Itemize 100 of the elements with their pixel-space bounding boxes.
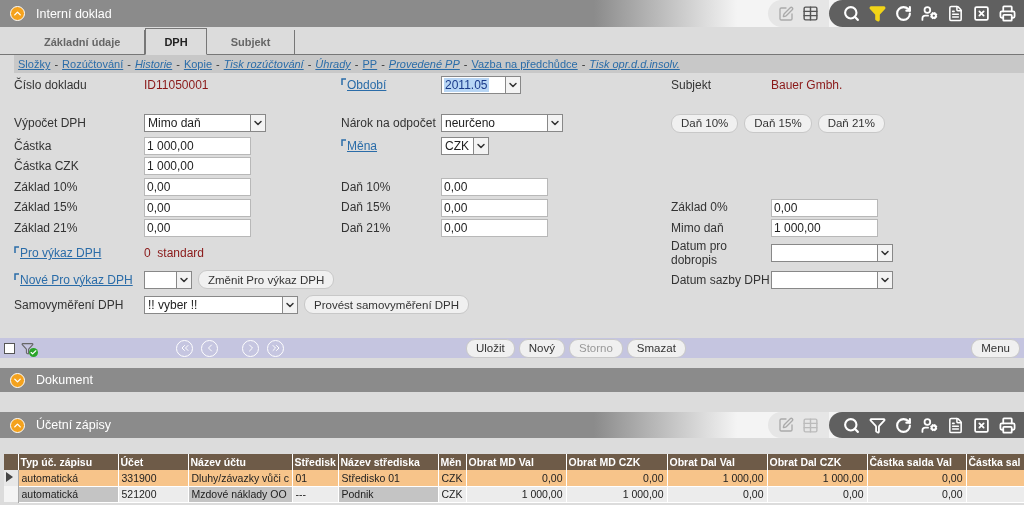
action-button[interactable]: Daň 10%	[671, 113, 739, 133]
column-header[interactable]: Obrat Dal CZK	[767, 454, 867, 470]
action-button[interactable]: Daň 21%	[817, 113, 885, 133]
nav-link[interactable]: Historie	[134, 58, 173, 70]
search-icon[interactable]	[843, 416, 860, 434]
separator-text: -	[463, 58, 468, 70]
nav-link[interactable]: Úhrady	[315, 58, 351, 70]
dropdown-field[interactable]	[771, 243, 893, 262]
menu-button[interactable]: Menu	[971, 338, 1020, 358]
action-button[interactable]: Nový	[518, 338, 565, 358]
column-header[interactable]: Název střediska	[338, 454, 438, 470]
table-cell: Dluhy/závazky vůči c	[188, 470, 292, 486]
column-header[interactable]: Středisk	[292, 454, 338, 470]
dropdown-field[interactable]: Mimo daň	[144, 114, 266, 133]
dropdown-field[interactable]: 2011.05	[441, 76, 521, 95]
action-button[interactable]: Provést samovyměření DPH	[304, 295, 470, 315]
nav-link[interactable]: Vazba na předchůdce	[471, 58, 578, 70]
separator-text: -	[354, 58, 359, 70]
dropdown-field[interactable]: neurčeno	[441, 114, 563, 133]
input-field[interactable]: 0,00	[441, 198, 548, 217]
search-icon[interactable]	[843, 5, 860, 22]
field-link[interactable]: Pro výkaz DPH	[14, 245, 144, 260]
user-settings-icon[interactable]	[921, 416, 938, 434]
field-label: Daň 15%	[341, 200, 392, 215]
input-field[interactable]: 1 000,00	[144, 136, 251, 155]
checkbox[interactable]	[4, 342, 15, 354]
nav-link[interactable]: Kopie	[183, 58, 212, 70]
separator-text: -	[307, 58, 312, 70]
collapse-icon[interactable]	[10, 417, 25, 433]
expand-icon[interactable]	[10, 372, 25, 388]
column-header[interactable]: Částka salda Val	[867, 454, 966, 470]
field-label: Nárok na odpočet	[341, 115, 437, 131]
dropdown-field[interactable]: CZK	[441, 136, 489, 155]
field-label: Číslo dokladu	[14, 78, 88, 93]
link-marker-icon	[14, 245, 19, 253]
nav-link[interactable]: Tisk opr.d.d.insolv.	[589, 58, 680, 70]
refresh-icon[interactable]	[895, 416, 912, 434]
user-settings-icon[interactable]	[921, 5, 938, 22]
field-link[interactable]: Nové Pro výkaz DPH	[14, 272, 144, 287]
input-field[interactable]: 0,00	[441, 178, 548, 197]
filter-icon[interactable]	[869, 5, 886, 22]
field-label: Výpočet DPH	[14, 115, 88, 131]
tab[interactable]: DPH	[145, 28, 207, 55]
table-cell: CZK	[438, 470, 466, 486]
column-header[interactable]: Typ úč. zápisu	[18, 454, 118, 470]
column-header[interactable]: Účet	[118, 454, 188, 470]
input-field[interactable]: 0,00	[144, 198, 251, 217]
nav-link[interactable]: Složky	[18, 58, 51, 70]
column-header[interactable]: Měn	[438, 454, 466, 470]
column-header[interactable]: Částka sal	[966, 454, 1024, 470]
column-header[interactable]: Obrat Dal Val	[667, 454, 767, 470]
field-label: Částka CZK	[14, 159, 80, 174]
table-cell: Středisko 01	[338, 470, 438, 486]
field-label: Daň 21%	[341, 221, 392, 236]
action-button[interactable]: Daň 15%	[744, 113, 812, 133]
header-cell	[4, 454, 18, 470]
column-header[interactable]: Obrat MD Val	[466, 454, 566, 470]
collapse-icon[interactable]	[10, 6, 25, 21]
link-marker-icon	[14, 272, 19, 280]
action-button[interactable]: Smazat	[626, 338, 686, 358]
input-field[interactable]: 0,00	[144, 219, 251, 238]
column-header[interactable]: Obrat MD CZK	[566, 454, 667, 470]
nav-link[interactable]: Rozúčtování	[62, 58, 124, 70]
dropdown-field[interactable]: !! vyber !!	[144, 295, 298, 314]
field-link[interactable]: Období	[341, 78, 441, 93]
separator-text: -	[127, 58, 131, 70]
table-icon[interactable]	[802, 5, 819, 22]
field-label: Částka	[14, 138, 53, 154]
field-label: Základ 15%	[14, 200, 79, 215]
field-label: Základ 0%	[671, 200, 729, 215]
nav-link[interactable]: Provedené PP	[388, 58, 460, 70]
nav-link[interactable]: Tisk rozúčtování	[223, 58, 304, 70]
document-icon[interactable]	[947, 5, 964, 22]
table-cell: 1 000,00	[667, 470, 767, 486]
dropdown-field[interactable]	[771, 270, 893, 289]
column-header[interactable]: Název účtu	[188, 454, 292, 470]
input-field[interactable]: 0,00	[144, 178, 251, 197]
excel-icon[interactable]	[973, 5, 990, 22]
input-field[interactable]: 1 000,00	[144, 157, 251, 176]
action-button[interactable]: Uložit	[466, 338, 515, 358]
panel-title: Účetní zápisy	[36, 418, 113, 432]
excel-icon[interactable]	[973, 416, 990, 434]
nav-link[interactable]: PP	[362, 58, 378, 70]
refresh-icon[interactable]	[895, 5, 912, 22]
input-field[interactable]: 0,00	[441, 219, 548, 238]
field-label: Samovyměření DPH	[14, 297, 125, 313]
table-cell: 0,00	[466, 470, 566, 486]
action-button[interactable]: Změnit Pro výkaz DPH	[198, 270, 335, 290]
field-value: ID11050001	[144, 78, 209, 93]
tab[interactable]: Subjekt	[206, 30, 296, 54]
current-row-icon	[4, 471, 14, 483]
input-field[interactable]: 0,00	[771, 198, 878, 217]
document-icon[interactable]	[947, 416, 964, 434]
print-icon[interactable]	[999, 416, 1016, 434]
print-icon[interactable]	[999, 5, 1016, 22]
input-field[interactable]: 1 000,00	[771, 219, 878, 238]
dropdown-field[interactable]	[144, 270, 192, 289]
field-link[interactable]: Měna	[341, 138, 441, 153]
field-label: Datum pro dobropis	[671, 238, 729, 268]
table-cell: 0,00	[867, 470, 966, 486]
